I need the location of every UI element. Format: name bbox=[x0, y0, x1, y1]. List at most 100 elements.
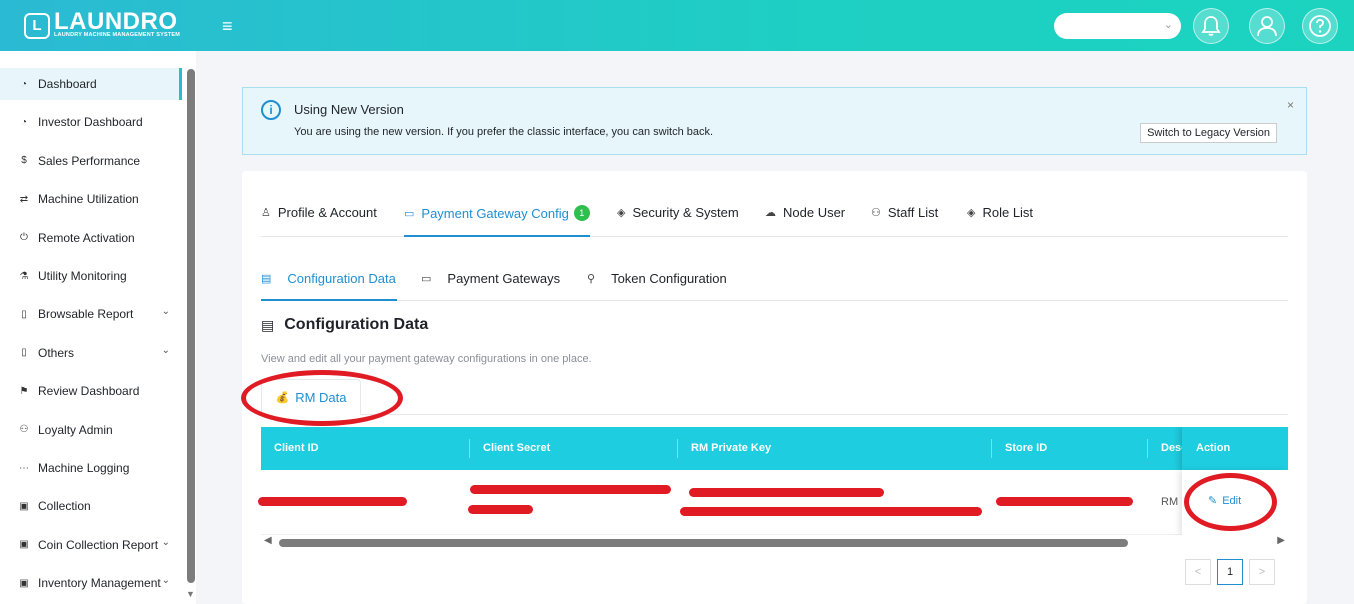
sidebar-item-investor-dashboard[interactable]: ◔ Investor Dashboard bbox=[0, 106, 182, 138]
logo-name: LAUNDRO bbox=[54, 8, 178, 35]
scroll-down-arrow-icon[interactable]: ▼ bbox=[186, 589, 195, 599]
subtab-label: Payment Gateways bbox=[447, 271, 561, 286]
help-icon bbox=[1309, 15, 1331, 37]
tab-icon: ♙ bbox=[261, 207, 271, 219]
laundro-logo[interactable]: L LAUNDRO LAUNDRY MACHINE MANAGEMENT SYS… bbox=[24, 8, 181, 39]
power-icon: ⏻ bbox=[20, 232, 28, 244]
sidebar-item-utility-monitoring[interactable]: ⚗ Utility Monitoring bbox=[0, 260, 182, 292]
settings-tabs: ♙ Profile & Account ▭ Payment Gateway Confi… bbox=[261, 193, 1288, 237]
notification-bell-button[interactable] bbox=[1193, 8, 1229, 44]
new-version-alert: i Using New Version You are using the ne… bbox=[242, 87, 1307, 155]
header-store-select[interactable]: ⌄ bbox=[1054, 13, 1181, 39]
count-badge: 1 bbox=[573, 205, 590, 221]
alert-description: You are using the new version. If you pr… bbox=[294, 126, 714, 138]
sidebar-item-coin-collection-report[interactable]: ▣ Coin Collection Report ⌄ bbox=[0, 529, 182, 561]
sidebar-item-label: Coin Collection Report bbox=[38, 537, 159, 552]
pagination-page-1[interactable]: 1 bbox=[1217, 559, 1243, 585]
tab-label: Profile & Account bbox=[277, 205, 377, 220]
flag-icon: ⚑ bbox=[19, 385, 29, 397]
table-horizontal-scrollbar[interactable]: ◀ ▶ bbox=[261, 535, 1288, 549]
chevron-down-icon: ⌄ bbox=[1163, 19, 1173, 31]
pagination-next[interactable]: > bbox=[1249, 559, 1275, 585]
tab-node-user[interactable]: ☁ Node User bbox=[765, 205, 845, 220]
sidebar-item-label: Loyalty Admin bbox=[38, 422, 113, 437]
info-icon: i bbox=[261, 100, 281, 120]
sidebar-item-label: Remote Activation bbox=[38, 230, 135, 245]
chevron-down-icon: ⌄ bbox=[161, 575, 170, 587]
chevron-down-icon: ⌄ bbox=[161, 344, 170, 356]
user-icon bbox=[1257, 16, 1277, 37]
sidebar-item-inventory-management[interactable]: ▣ Inventory Management ⌄ bbox=[0, 567, 182, 599]
collection-icon: ▣ bbox=[19, 500, 29, 512]
sidebar-item-label: Others bbox=[38, 345, 75, 360]
sidebar-item-label: Sales Performance bbox=[38, 153, 141, 168]
config-table: Client ID Client Secret RM Private Key S… bbox=[261, 427, 1288, 535]
subtab-icon: ▭ bbox=[421, 273, 432, 285]
sidebar-item-label: Collection bbox=[38, 499, 91, 514]
pagination-prev[interactable]: < bbox=[1185, 559, 1211, 585]
tab-icon: ▭ bbox=[404, 207, 415, 220]
tab-label: Staff List bbox=[887, 205, 939, 220]
sidebar-item-sales-performance[interactable]: $ Sales Performance bbox=[0, 145, 182, 177]
tab-profile-account[interactable]: ♙ Profile & Account bbox=[261, 205, 377, 220]
settings-card: ♙ Profile & Account ▭ Payment Gateway Confi… bbox=[242, 171, 1307, 604]
scroll-left-arrow-icon[interactable]: ◀ bbox=[264, 535, 272, 546]
sidebar-item-label: Investor Dashboard bbox=[38, 115, 143, 130]
logo-mark: L bbox=[24, 12, 50, 39]
swap-icon: ⇄ bbox=[19, 193, 29, 205]
tab-payment-gateway-config[interactable]: ▭ Payment Gateway Config 1 bbox=[404, 205, 590, 221]
tab-label: Payment Gateway Config bbox=[421, 205, 569, 221]
sidebar-item-label: Browsable Report bbox=[38, 307, 134, 322]
sidebar-scrollbar[interactable] bbox=[187, 69, 195, 583]
subtab-payment-gateways[interactable]: ▭ Payment Gateways bbox=[421, 271, 560, 286]
tab-divider bbox=[361, 414, 1288, 415]
close-icon[interactable]: × bbox=[1287, 98, 1294, 112]
logo-tagline: LAUNDRY MACHINE MANAGEMENT SYSTEM bbox=[54, 32, 181, 38]
section-title: ▤ Configuration Data bbox=[261, 316, 428, 334]
help-button[interactable] bbox=[1302, 8, 1338, 44]
tab-icon: ◈ bbox=[967, 207, 976, 219]
tab-staff-list[interactable]: ⚇ Staff List bbox=[871, 205, 938, 220]
sidebar-item-others[interactable]: ▯ Others ⌄ bbox=[0, 337, 182, 369]
tab-role-list[interactable]: ◈ Role List bbox=[967, 205, 1033, 220]
table-list-icon: ▤ bbox=[261, 316, 275, 333]
sidebar-item-collection[interactable]: ▣ Collection bbox=[0, 490, 182, 522]
scroll-right-arrow-icon[interactable]: ▶ bbox=[1277, 535, 1285, 546]
subtab-icon: ⚲ bbox=[587, 273, 596, 285]
redaction-mark bbox=[996, 497, 1133, 506]
chevron-down-icon: ⌄ bbox=[161, 306, 170, 318]
switch-legacy-button[interactable]: Switch to Legacy Version bbox=[1140, 123, 1277, 143]
sidebar-item-browsable-report[interactable]: ▯ Browsable Report ⌄ bbox=[0, 298, 182, 330]
sidebar-item-label: Utility Monitoring bbox=[38, 269, 127, 283]
col-store-id: Store ID bbox=[1005, 442, 1048, 454]
sidebar-item-machine-logging[interactable]: ⋯ Machine Logging bbox=[0, 452, 182, 484]
redaction-mark bbox=[468, 505, 533, 514]
dollar-icon: $ bbox=[21, 155, 27, 167]
sidebar-item-review-dashboard[interactable]: ⚑ Review Dashboard bbox=[0, 375, 182, 407]
sidebar-item-loyalty-admin[interactable]: ⚇ Loyalty Admin bbox=[0, 414, 182, 446]
subtab-label: Token Configuration bbox=[611, 271, 727, 286]
col-action: Action bbox=[1196, 442, 1231, 454]
sidebar-item-machine-utilization[interactable]: ⇄ Machine Utilization bbox=[0, 183, 182, 215]
chevron-down-icon: ⌄ bbox=[161, 536, 170, 548]
section-description: View and edit all your payment gateway c… bbox=[261, 353, 592, 365]
redaction-mark bbox=[680, 507, 982, 516]
scrollbar-thumb[interactable] bbox=[279, 539, 1128, 547]
subtab-configuration-data[interactable]: ▤ Configuration Data bbox=[261, 271, 396, 286]
sidebar-item-label: Machine Logging bbox=[38, 461, 130, 475]
sidebar-item-dashboard[interactable]: ◔ Dashboard bbox=[0, 68, 182, 100]
tab-label: Node User bbox=[783, 205, 846, 220]
sidebar: ◔ Dashboard ◔ Investor Dashboard $ Sales Perf… bbox=[0, 51, 196, 604]
annotation-circle-edit bbox=[1184, 473, 1277, 531]
tab-security-system[interactable]: ◈ Security & System bbox=[617, 205, 739, 220]
table-row: RM ✎ Edit bbox=[261, 470, 1288, 535]
sidebar-item-label: Inventory Management bbox=[38, 576, 161, 591]
user-profile-button[interactable] bbox=[1249, 8, 1285, 44]
tab-label: Security & System bbox=[632, 205, 739, 220]
tab-icon: ⚇ bbox=[871, 207, 881, 219]
menu-toggle-icon[interactable]: ≡ bbox=[222, 17, 233, 35]
subtab-token-configuration[interactable]: ⚲ Token Configuration bbox=[587, 271, 727, 286]
sidebar-item-remote-activation[interactable]: ⏻ Remote Activation bbox=[0, 222, 182, 254]
dots-icon: ⋯ bbox=[19, 462, 29, 474]
section-title-text: Configuration Data bbox=[284, 316, 429, 333]
